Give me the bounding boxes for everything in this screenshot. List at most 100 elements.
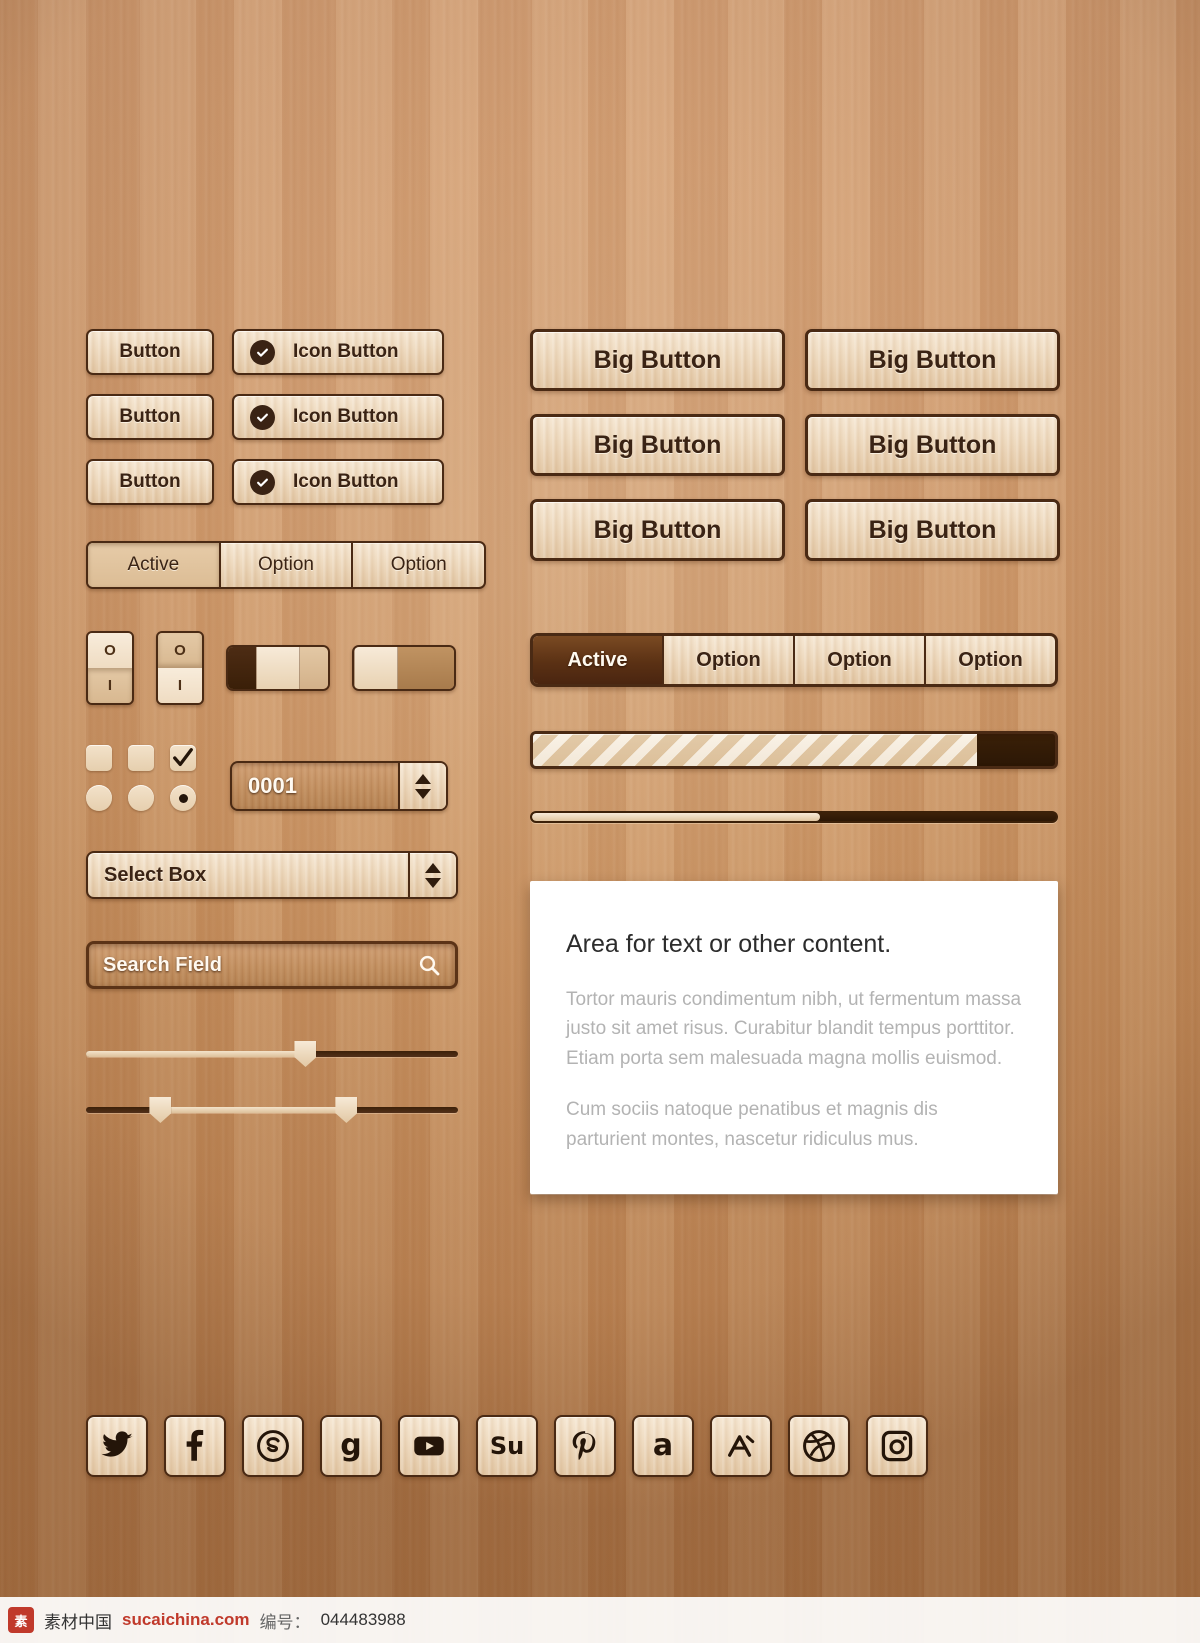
- social-stumbleupon-button[interactable]: Su: [476, 1415, 538, 1477]
- checkbox-unchecked-2[interactable]: [128, 745, 154, 771]
- big-button-label: Big Button: [593, 430, 722, 459]
- radio-selected[interactable]: [170, 785, 196, 811]
- button-label: Icon Button: [293, 471, 399, 492]
- social-pinterest-button[interactable]: [554, 1415, 616, 1477]
- card-paragraph-2: Cum sociis natoque penatibus et magnis d…: [566, 1099, 938, 1150]
- big-button-1[interactable]: Big Button: [530, 329, 785, 391]
- footer-watermark: 素 素材中国 sucaichina.com 编号： 044483988: [0, 1597, 1200, 1643]
- big-button-4[interactable]: Big Button: [805, 414, 1060, 476]
- button-plain-2[interactable]: Button: [86, 394, 214, 440]
- tab-option-2[interactable]: Option: [795, 636, 926, 684]
- switch-knob[interactable]: [256, 647, 300, 689]
- select-box[interactable]: Select Box: [86, 851, 458, 899]
- switch-knob[interactable]: [354, 647, 398, 689]
- big-button-6[interactable]: Big Button: [805, 499, 1060, 561]
- chevron-up-icon[interactable]: [415, 773, 431, 784]
- slider-fill: [86, 1051, 306, 1057]
- social-skype-button[interactable]: [242, 1415, 304, 1477]
- card-heading: Area for text or other content.: [566, 930, 892, 958]
- button-row-3: Button Icon Button: [86, 459, 486, 505]
- radio-unselected-2[interactable]: [128, 785, 154, 811]
- tab-option-1[interactable]: Option: [664, 636, 795, 684]
- social-amazon-button[interactable]: a: [632, 1415, 694, 1477]
- button-plain-1[interactable]: Button: [86, 329, 214, 375]
- slider-handle-low[interactable]: [149, 1097, 172, 1123]
- segmented-item-option-2[interactable]: Option: [353, 543, 484, 587]
- switch-track-empty: [398, 647, 454, 689]
- chevron-down-icon[interactable]: [425, 877, 441, 888]
- content-card: Area for text or other content. Tortor m…: [530, 881, 1058, 1195]
- select-arrows[interactable]: [408, 853, 456, 897]
- social-instagram-button[interactable]: [866, 1415, 928, 1477]
- card-paragraph-1: Tortor mauris condimentum nibh, ut ferme…: [566, 989, 1022, 1069]
- radio-dot: [178, 793, 188, 803]
- rocker-top-label: O: [88, 633, 132, 668]
- button-icon-3[interactable]: Icon Button: [232, 459, 444, 505]
- big-button-row-3: Big Button Big Button: [530, 499, 1060, 561]
- number-stepper[interactable]: 0001: [230, 761, 448, 811]
- facebook-icon: [178, 1429, 212, 1463]
- search-input[interactable]: Search Field: [103, 954, 417, 977]
- search-icon[interactable]: [417, 953, 441, 977]
- button-plain-3[interactable]: Button: [86, 459, 214, 505]
- check-circle-icon: [250, 404, 275, 430]
- big-button-label: Big Button: [593, 515, 722, 544]
- big-button-row-1: Big Button Big Button: [530, 329, 1060, 391]
- amazon-icon: a: [652, 1428, 674, 1463]
- segmented-control[interactable]: Active Option Option: [86, 541, 486, 589]
- google-plus-icon: g: [340, 1428, 362, 1463]
- big-button-3[interactable]: Big Button: [530, 414, 785, 476]
- footer-logo: 素: [8, 1607, 34, 1633]
- big-button-label: Big Button: [868, 515, 997, 544]
- tab-option-3[interactable]: Option: [926, 636, 1055, 684]
- big-button-5[interactable]: Big Button: [530, 499, 785, 561]
- left-column: Button Icon Button Button Icon Button Bu…: [86, 329, 486, 1123]
- chevron-down-icon[interactable]: [415, 788, 431, 799]
- footer-site-name: 素材中国: [44, 1612, 112, 1632]
- radio-row: [86, 785, 196, 811]
- toggles-row: O I O I: [86, 631, 486, 705]
- toggle-switch-on[interactable]: [226, 645, 330, 691]
- stepper-arrows[interactable]: [398, 763, 446, 809]
- radio-unselected-1[interactable]: [86, 785, 112, 811]
- segmented-item-active[interactable]: Active: [88, 543, 221, 587]
- button-icon-2[interactable]: Icon Button: [232, 394, 444, 440]
- social-youtube-button[interactable]: [398, 1415, 460, 1477]
- check-circle-icon: [250, 469, 275, 495]
- rocker-switch-down[interactable]: O I: [156, 631, 204, 705]
- big-button-2[interactable]: Big Button: [805, 329, 1060, 391]
- slider-fill: [160, 1107, 347, 1113]
- social-appnet-button[interactable]: [710, 1415, 772, 1477]
- twitter-icon: [100, 1429, 134, 1463]
- search-field[interactable]: Search Field: [86, 941, 458, 989]
- button-label: Button: [119, 341, 181, 362]
- stepper-value[interactable]: 0001: [232, 763, 398, 809]
- toggle-switch-off[interactable]: [352, 645, 456, 691]
- check-circle-icon: [250, 339, 275, 365]
- tab-active[interactable]: Active: [533, 636, 664, 684]
- slider-handle[interactable]: [294, 1041, 317, 1067]
- big-button-row-2: Big Button Big Button: [530, 414, 1060, 476]
- button-row-2: Button Icon Button: [86, 394, 486, 440]
- button-icon-1[interactable]: Icon Button: [232, 329, 444, 375]
- rocker-switch-up[interactable]: O I: [86, 631, 134, 705]
- checkbox-checked[interactable]: [170, 745, 196, 771]
- segmented-item-option-1[interactable]: Option: [221, 543, 354, 587]
- tab-bar[interactable]: Active Option Option Option: [530, 633, 1058, 687]
- social-facebook-button[interactable]: [164, 1415, 226, 1477]
- slider-single[interactable]: [86, 1041, 458, 1067]
- slider-range[interactable]: [86, 1097, 458, 1123]
- social-googleplus-button[interactable]: g: [320, 1415, 382, 1477]
- footer-code-label: 编号：: [259, 1612, 311, 1632]
- chevron-up-icon[interactable]: [425, 862, 441, 873]
- slider-handle-high[interactable]: [335, 1097, 358, 1123]
- button-label: Icon Button: [293, 406, 399, 427]
- footer-domain: sucaichina.com: [122, 1610, 250, 1629]
- big-button-label: Big Button: [593, 345, 722, 374]
- checkbox-unchecked-1[interactable]: [86, 745, 112, 771]
- big-button-label: Big Button: [868, 430, 997, 459]
- social-dribbble-button[interactable]: [788, 1415, 850, 1477]
- appnet-icon: [724, 1429, 758, 1463]
- social-twitter-button[interactable]: [86, 1415, 148, 1477]
- switch-track-empty: [300, 647, 328, 689]
